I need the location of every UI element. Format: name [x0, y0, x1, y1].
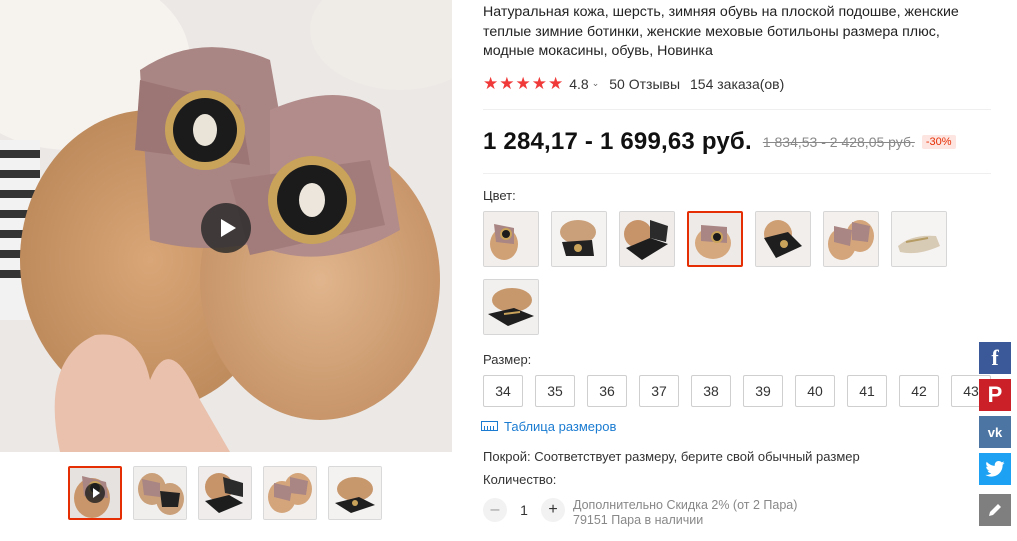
old-price: 1 834,53 - 2 428,05 руб. — [762, 133, 915, 150]
price-row: 1 284,17 - 1 699,63 руб. 1 834,53 - 2 42… — [483, 127, 993, 157]
reviews-link[interactable]: 50 Отзывы — [609, 76, 680, 92]
facebook-icon: f — [991, 345, 999, 370]
bulk-discount-note: Дополнительно Скидка 2% (от 2 Пара) — [573, 497, 798, 512]
main-product-image[interactable] — [0, 0, 452, 452]
fit-info: Покрой: Соответствует размеру, берите св… — [483, 448, 860, 464]
color-swatch-4-selected[interactable] — [687, 210, 743, 267]
thumbnail-3[interactable] — [198, 466, 252, 520]
size-option-42[interactable]: 42 — [899, 374, 939, 407]
quantity-note: Дополнительно Скидка 2% (от 2 Пара) 7915… — [573, 498, 797, 528]
size-option-37[interactable]: 37 — [639, 374, 679, 407]
feedback-button[interactable] — [979, 494, 1011, 526]
color-swatch-6[interactable] — [823, 210, 879, 267]
swatch-image — [620, 211, 674, 266]
product-info-panel: Натуральная кожа, шерсть, зимняя обувь н… — [481, 0, 993, 528]
decrease-quantity-button[interactable]: – — [483, 497, 507, 522]
thumbnail-image — [134, 467, 186, 519]
pinterest-icon: P — [987, 382, 1003, 407]
thumbnail-5[interactable] — [328, 466, 382, 520]
color-swatch-1[interactable] — [483, 210, 539, 267]
size-option-38[interactable]: 38 — [691, 374, 731, 407]
star-rating: ★ ★ ★ ★ ★ — [483, 75, 563, 92]
swatch-image — [484, 279, 538, 334]
pinterest-share-button[interactable]: P — [979, 379, 1011, 411]
star-icon: ★ — [483, 74, 499, 93]
twitter-share-button[interactable] — [979, 453, 1011, 485]
orders-count: 154 заказа(ов) — [690, 75, 785, 92]
size-option-35[interactable]: 35 — [535, 374, 575, 407]
chevron-down-icon[interactable]: ⌄ — [592, 78, 600, 89]
size-chart-label: Таблица размеров — [504, 418, 617, 434]
color-swatch-8[interactable] — [483, 278, 539, 335]
color-swatches — [483, 210, 983, 335]
swatch-image — [824, 211, 878, 266]
star-icon: ★ — [499, 74, 515, 93]
size-label: Размер: — [483, 351, 532, 367]
star-icon: ★ — [548, 74, 564, 93]
color-swatch-5[interactable] — [755, 210, 811, 267]
size-option-36[interactable]: 36 — [587, 374, 627, 407]
increase-quantity-button[interactable]: + — [541, 497, 565, 522]
twitter-icon — [985, 461, 1005, 477]
thumbnail-image — [264, 467, 316, 519]
color-swatch-7[interactable] — [891, 210, 947, 267]
play-icon — [220, 219, 236, 237]
size-option-41[interactable]: 41 — [847, 374, 887, 407]
swatch-image — [484, 211, 538, 266]
thumbnail-strip — [68, 466, 382, 520]
current-price: 1 284,17 - 1 699,63 руб. — [483, 127, 752, 155]
color-swatch-2[interactable] — [551, 210, 607, 267]
quantity-input[interactable]: 1 — [507, 498, 541, 522]
video-indicator-icon — [85, 483, 105, 503]
size-option-39[interactable]: 39 — [743, 374, 783, 407]
size-option-34[interactable]: 34 — [483, 374, 523, 407]
star-icon: ★ — [531, 74, 547, 93]
social-share-bar: f P vk — [979, 342, 1011, 531]
rating-row: ★ ★ ★ ★ ★ 4.8 ⌄ 50 Отзывы 154 заказа(ов) — [483, 74, 993, 94]
swatch-image — [892, 211, 946, 266]
size-option-40[interactable]: 40 — [795, 374, 835, 407]
thumbnail-image — [199, 467, 251, 519]
color-label: Цвет: — [483, 187, 516, 203]
star-icon: ★ — [515, 74, 531, 93]
divider — [483, 108, 991, 110]
swatch-image — [756, 211, 810, 266]
product-title: Натуральная кожа, шерсть, зимняя обувь н… — [483, 4, 959, 59]
quantity-label: Количество: — [483, 471, 557, 487]
swatch-image — [689, 212, 741, 265]
play-video-button[interactable] — [201, 203, 251, 253]
pencil-icon — [989, 504, 1001, 516]
swatch-image — [552, 211, 606, 266]
size-chart-link[interactable]: Таблица размеров — [481, 419, 616, 434]
thumbnail-image — [329, 467, 381, 519]
vk-icon: vk — [987, 424, 1003, 440]
thumbnail-2[interactable] — [133, 466, 187, 520]
color-swatch-3[interactable] — [619, 210, 675, 267]
size-options: 34 35 36 37 38 39 40 41 42 43 Таблица ра… — [481, 374, 1003, 434]
quantity-stepper: – 1 + Дополнительно Скидка 2% (от 2 Пара… — [483, 497, 993, 528]
discount-badge: -30% — [921, 134, 956, 149]
vk-share-button[interactable]: vk — [979, 416, 1011, 448]
ruler-icon — [481, 421, 498, 431]
divider — [483, 172, 991, 174]
facebook-share-button[interactable]: f — [979, 342, 1011, 374]
thumbnail-1[interactable] — [68, 466, 122, 520]
thumbnail-4[interactable] — [263, 466, 317, 520]
stock-availability: 79151 Пара в наличии — [573, 512, 704, 527]
rating-value[interactable]: 4.8 — [569, 76, 588, 92]
